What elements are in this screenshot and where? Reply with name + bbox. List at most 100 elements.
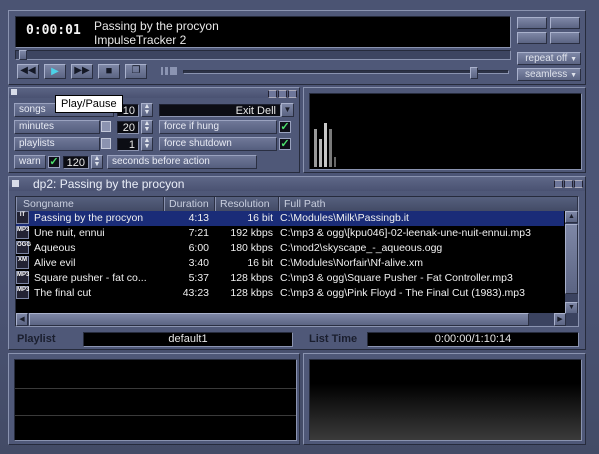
song-name: Alive evil <box>34 257 76 269</box>
minimize-icon[interactable] <box>268 90 277 98</box>
scroll-up-icon[interactable]: ▲ <box>565 211 578 223</box>
horizontal-scrollbar[interactable]: ◀ ▶ <box>16 313 578 326</box>
title-buttons <box>553 179 583 191</box>
minimize-icon[interactable] <box>554 180 563 188</box>
spectrum-bar <box>314 129 317 167</box>
repeat-label: repeat off <box>525 53 568 64</box>
file-type-icon: MP3 <box>16 286 29 299</box>
playlists-value[interactable]: 1 <box>117 138 139 151</box>
playlists-checkbox[interactable] <box>101 138 111 149</box>
exit-action-select[interactable]: Exit Dell <box>159 104 281 117</box>
seamless-button[interactable]: seamless ▼ <box>517 68 581 81</box>
songs-spinner[interactable]: ▲ ▼ <box>141 103 153 117</box>
play-pause-tooltip: Play/Pause <box>55 95 123 113</box>
song-duration: 4:13 <box>188 212 209 224</box>
restore-icon[interactable] <box>564 180 573 188</box>
list-time-label: List Time <box>309 333 358 345</box>
system-menu-icon[interactable] <box>12 180 19 187</box>
song-name: Une nuit, ennui <box>34 227 105 239</box>
song-path: C:\Modules\Norfair\Nf-alive.xm <box>280 257 423 269</box>
hscroll-thumb[interactable] <box>29 313 529 326</box>
volume-thumb[interactable] <box>470 67 479 79</box>
column-resolution[interactable]: Resolution <box>215 197 279 211</box>
previous-button[interactable]: ◀◀ <box>17 64 39 79</box>
song-name: The final cut <box>34 287 92 299</box>
song-duration: 5:37 <box>188 272 209 284</box>
seek-bar[interactable] <box>15 50 511 60</box>
table-row[interactable]: IT Passing by the procyon 4:13 16 bit C:\Mod… <box>16 211 564 226</box>
column-full-path[interactable]: Full Path <box>279 197 578 211</box>
file-type-icon: OGG <box>16 241 31 254</box>
song-resolution: 180 kbps <box>230 242 273 254</box>
play-pause-button[interactable]: ▶ <box>44 64 66 79</box>
column-songname[interactable]: Songname <box>16 197 164 211</box>
song-resolution: 16 bit <box>247 212 273 224</box>
scroll-left-icon[interactable]: ◀ <box>16 313 28 326</box>
exit-dropdown-arrow[interactable]: ▼ <box>281 103 294 117</box>
song-resolution: 128 kbps <box>230 287 273 299</box>
waveform-line <box>15 415 296 416</box>
table-header: Songname Duration Resolution Full Path <box>16 197 578 211</box>
close-icon[interactable] <box>574 180 583 188</box>
playlist-name-field[interactable]: default1 <box>83 332 293 347</box>
minutes-spinner[interactable]: ▲ ▼ <box>141 120 153 134</box>
file-type-icon: MP3 <box>16 226 29 239</box>
song-path: C:\mp3 & ogg\Square Pusher - Fat Control… <box>280 272 513 284</box>
eye-icon[interactable] <box>550 17 580 29</box>
warn-spinner[interactable]: ▲ ▼ <box>91 155 103 169</box>
seamless-label: seamless <box>525 69 568 80</box>
force-if-hung-checkbox[interactable]: ✓ <box>279 121 291 133</box>
volume-icon <box>157 67 177 75</box>
playlist-rows: IT Passing by the procyon 4:13 16 bit C:\Mod… <box>16 211 578 301</box>
track-format: ImpulseTracker 2 <box>94 33 187 47</box>
minutes-value[interactable]: 20 <box>117 121 139 134</box>
restore-icon[interactable] <box>278 90 287 98</box>
close-small-icon[interactable] <box>550 32 580 44</box>
table-row[interactable]: MP3 The final cut 43:23 128 kbps C:\mp3 & og… <box>16 286 564 301</box>
spectrum-bar <box>324 123 327 167</box>
vertical-scrollbar[interactable]: ▲ ▼ <box>565 211 578 314</box>
playlists-spinner[interactable]: ▲ ▼ <box>141 137 153 151</box>
minutes-checkbox[interactable] <box>101 121 111 132</box>
playlist-name-value: default1 <box>168 333 208 345</box>
seek-thumb[interactable] <box>19 50 27 60</box>
force-shutdown-checkbox[interactable]: ✓ <box>279 138 291 150</box>
force-shutdown-label: force shutdown <box>159 137 277 151</box>
spectrogram <box>309 359 582 441</box>
close-icon[interactable] <box>288 90 297 98</box>
mini-mode-icon[interactable]: ❐ <box>125 64 147 79</box>
song-duration: 6:00 <box>188 242 209 254</box>
warn-checkbox[interactable]: ✓ <box>48 156 60 168</box>
playlist-footer: Playlist default1 List Time 0:00:00/1:10… <box>15 332 579 348</box>
track-display: 0:00:01 Passing by the procyon ImpulseTr… <box>15 16 511 48</box>
force-if-hung-label: force if hung <box>159 120 277 134</box>
scroll-right-icon[interactable]: ▶ <box>554 313 566 326</box>
volume-slider[interactable] <box>183 67 509 79</box>
file-type-icon: MP3 <box>16 271 29 284</box>
table-row[interactable]: MP3 Square pusher - fat co... 5:37 128 kbps… <box>16 271 564 286</box>
song-duration: 3:40 <box>188 257 209 269</box>
stop-button[interactable]: ■ <box>98 64 120 79</box>
list-icon[interactable] <box>517 17 547 29</box>
spectrogram-window <box>303 353 586 445</box>
column-duration[interactable]: Duration <box>164 197 215 211</box>
options-window: songs 10 ▲ ▼ minutes 20 ▲ ▼ playlists 1 ▲ ▼… <box>8 87 300 173</box>
table-row[interactable]: MP3 Une nuit, ennui 7:21 192 kbps C:\mp3 & o… <box>16 226 564 241</box>
list-time-value: 0:00:00/1:10:14 <box>434 333 512 345</box>
next-button[interactable]: ▶▶ <box>71 64 93 79</box>
warn-value[interactable]: 120 <box>63 156 89 169</box>
song-resolution: 16 bit <box>247 257 273 269</box>
list-time-field: 0:00:00/1:10:14 <box>367 332 579 347</box>
repeat-button[interactable]: repeat off ▼ <box>517 52 581 65</box>
scroll-thumb[interactable] <box>565 224 578 294</box>
spectrum-window <box>303 87 586 173</box>
system-menu-icon[interactable] <box>11 89 17 95</box>
oscilloscope <box>14 359 297 441</box>
table-row[interactable]: OGG Aqueous 6:00 180 kbps C:\mod2\skyscape_-… <box>16 241 564 256</box>
track-title: Passing by the procyon <box>94 19 219 33</box>
options-titlebar <box>9 88 299 98</box>
table-row[interactable]: XM Alive evil 3:40 16 bit C:\Modules\Norfair… <box>16 256 564 271</box>
waveform-line <box>15 388 296 389</box>
rewind-small-icon[interactable] <box>517 32 547 44</box>
song-resolution: 128 kbps <box>230 272 273 284</box>
